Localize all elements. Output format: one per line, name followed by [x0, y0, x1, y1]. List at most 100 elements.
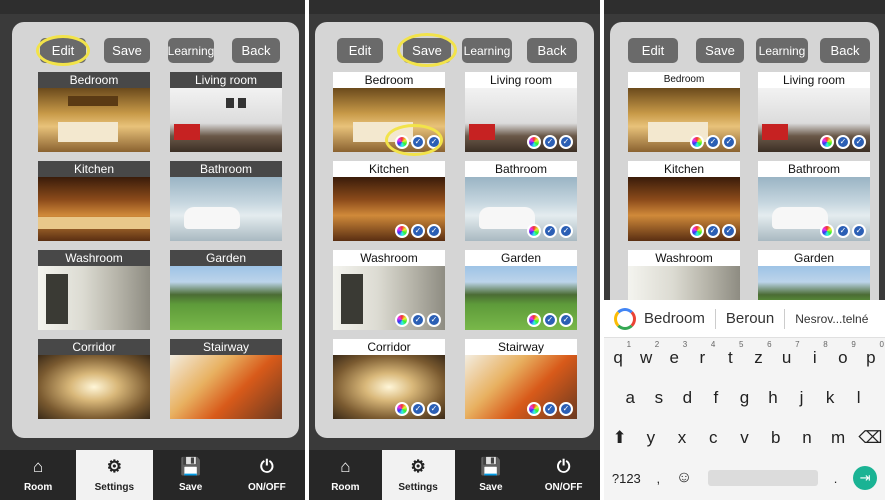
learning-button[interactable]: Learning — [462, 38, 512, 63]
save-button[interactable]: Save — [403, 38, 451, 63]
edit-icon[interactable]: ✓ — [411, 135, 425, 149]
edit-icon[interactable]: ✓ — [559, 402, 573, 416]
nav-room[interactable]: ⌂ Room — [0, 450, 76, 500]
room-tile-kitchen[interactable]: Kitchen ✓ ✓ — [628, 161, 740, 241]
edit-icon[interactable]: ✓ — [706, 224, 720, 238]
nav-save[interactable]: 💾 Save — [455, 450, 528, 500]
edit-button[interactable]: Edit — [40, 38, 86, 63]
edit-icon[interactable]: ✓ — [852, 224, 866, 238]
back-button[interactable]: Back — [232, 38, 280, 63]
backspace-icon[interactable]: ⌫ — [858, 428, 882, 448]
nav-settings[interactable]: ⚙ Settings — [381, 450, 455, 500]
suggestion-1[interactable]: Bedroom — [644, 310, 705, 327]
google-icon[interactable] — [614, 307, 636, 330]
room-tile-bedroom[interactable]: Bedroom — [38, 72, 150, 152]
color-wheel-icon[interactable] — [527, 402, 541, 416]
edit-icon[interactable]: ✓ — [543, 135, 557, 149]
edit-icon[interactable]: ✓ — [543, 313, 557, 327]
color-wheel-icon[interactable] — [820, 224, 834, 238]
key[interactable]: h — [762, 388, 784, 408]
suggestion-3[interactable]: Nesrov...telné — [795, 312, 868, 326]
nav-onoff[interactable]: ⏻ ON/OFF — [229, 450, 305, 500]
edit-icon[interactable]: ✓ — [411, 313, 425, 327]
save-button[interactable]: Save — [104, 38, 150, 63]
room-tile-corridor[interactable]: Corridor — [38, 339, 150, 419]
key[interactable]: z6 — [748, 340, 771, 368]
edit-icon[interactable]: ✓ — [706, 135, 720, 149]
color-wheel-icon[interactable] — [690, 224, 704, 238]
key[interactable]: s — [648, 388, 670, 408]
comma-key[interactable]: , — [657, 471, 661, 486]
edit-icon[interactable]: ✓ — [836, 135, 850, 149]
edit-icon[interactable]: ✓ — [543, 402, 557, 416]
edit-icon[interactable]: ✓ — [411, 224, 425, 238]
room-tile-washroom[interactable]: Washroom — [38, 250, 150, 330]
edit-icon[interactable]: ✓ — [427, 135, 441, 149]
room-tile-stairway[interactable]: Stairway ✓ ✓ — [465, 339, 577, 419]
key[interactable]: m — [827, 428, 849, 448]
color-wheel-icon[interactable] — [395, 224, 409, 238]
key[interactable]: q1 — [607, 340, 631, 368]
color-wheel-icon[interactable] — [690, 135, 704, 149]
nav-room[interactable]: ⌂ Room — [309, 450, 382, 500]
back-button[interactable]: Back — [527, 38, 577, 63]
room-tile-bathroom[interactable]: Bathroom ✓ ✓ — [465, 161, 577, 241]
key[interactable]: r4 — [691, 340, 715, 368]
key[interactable]: p0 — [860, 340, 884, 368]
key[interactable]: g — [733, 388, 755, 408]
edit-icon[interactable]: ✓ — [722, 135, 736, 149]
key[interactable]: t5 — [719, 340, 743, 368]
edit-icon[interactable]: ✓ — [852, 135, 866, 149]
edit-icon[interactable]: ✓ — [427, 402, 441, 416]
symbols-key[interactable]: ?123 — [612, 471, 641, 486]
key[interactable]: v — [733, 428, 755, 448]
color-wheel-icon[interactable] — [527, 313, 541, 327]
back-button[interactable]: Back — [820, 38, 870, 63]
edit-icon[interactable]: ✓ — [722, 224, 736, 238]
color-wheel-icon[interactable] — [395, 135, 409, 149]
room-tile-bathroom[interactable]: Bathroom ✓ ✓ — [758, 161, 870, 241]
key[interactable]: n — [796, 428, 818, 448]
room-tile-bedroom[interactable]: Bedroom ✓ ✓ — [628, 72, 740, 152]
learning-button[interactable]: Learning — [168, 38, 214, 63]
nav-settings[interactable]: ⚙ Settings — [76, 450, 153, 500]
edit-button[interactable]: Edit — [628, 38, 678, 63]
enter-icon[interactable]: ⇥ — [853, 466, 878, 490]
room-tile-corridor[interactable]: Corridor ✓ ✓ — [333, 339, 445, 419]
edit-icon[interactable]: ✓ — [427, 313, 441, 327]
edit-icon[interactable]: ✓ — [836, 224, 850, 238]
key[interactable]: e3 — [663, 340, 688, 368]
key[interactable]: a — [619, 388, 641, 408]
edit-button[interactable]: Edit — [337, 38, 383, 63]
shift-icon[interactable]: ⬆ — [609, 428, 631, 448]
room-tile-garden[interactable]: Garden ✓ ✓ — [465, 250, 577, 330]
key[interactable]: o9 — [832, 340, 856, 368]
room-tile-living-room[interactable]: Living room ✓ ✓ — [758, 72, 870, 152]
nav-onoff[interactable]: ⏻ ON/OFF — [527, 450, 600, 500]
key[interactable]: u7 — [776, 340, 800, 368]
color-wheel-icon[interactable] — [527, 224, 541, 238]
emoji-icon[interactable]: ☺ — [676, 469, 692, 487]
edit-icon[interactable]: ✓ — [427, 224, 441, 238]
room-tile-garden[interactable]: Garden — [170, 250, 282, 330]
nav-save[interactable]: 💾 Save — [153, 450, 229, 500]
key[interactable]: c — [702, 428, 724, 448]
edit-icon[interactable]: ✓ — [559, 224, 573, 238]
period-key[interactable]: . — [834, 471, 838, 486]
room-tile-living-room[interactable]: Living room — [170, 72, 282, 152]
edit-icon[interactable]: ✓ — [559, 135, 573, 149]
color-wheel-icon[interactable] — [395, 313, 409, 327]
key[interactable]: k — [819, 388, 841, 408]
color-wheel-icon[interactable] — [395, 402, 409, 416]
save-button[interactable]: Save — [696, 38, 744, 63]
room-tile-washroom[interactable]: Washroom ✓ ✓ — [333, 250, 445, 330]
learning-button[interactable]: Learning — [756, 38, 808, 63]
key[interactable]: w2 — [635, 340, 659, 368]
key[interactable]: x — [671, 428, 693, 448]
edit-icon[interactable]: ✓ — [411, 402, 425, 416]
key[interactable]: y — [640, 428, 662, 448]
key[interactable]: f — [705, 388, 727, 408]
room-tile-kitchen[interactable]: Kitchen — [38, 161, 150, 241]
key[interactable]: b — [765, 428, 787, 448]
room-tile-stairway[interactable]: Stairway — [170, 339, 282, 419]
